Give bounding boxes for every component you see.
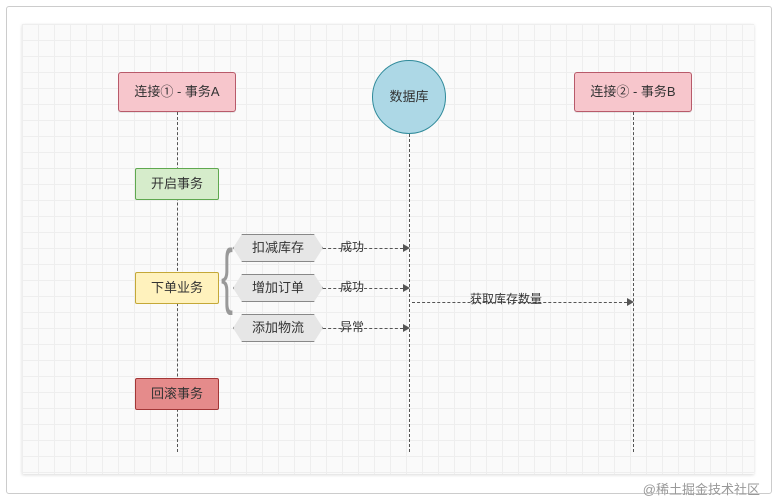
op-add-order: 增加订单: [233, 274, 323, 302]
lane-conn-a: 连接① - 事务A: [118, 72, 236, 112]
lane-database: 数据库: [372, 60, 446, 134]
result-deduct-stock: 成功: [340, 238, 364, 255]
step-open-tx: 开启事务: [135, 168, 219, 200]
lifeline-conn-b: [633, 112, 634, 452]
lifeline-database: [409, 134, 410, 452]
arrowhead-get-stock: [627, 298, 634, 306]
arrowhead-add-logistics: [403, 324, 410, 332]
lane-conn-b: 连接② - 事务B: [574, 72, 692, 112]
arrowhead-deduct-stock: [403, 244, 410, 252]
msg-get-stock: 获取库存数量: [470, 290, 542, 307]
brace-icon: {: [221, 240, 233, 312]
op-add-logistics: 添加物流: [233, 314, 323, 342]
result-add-order: 成功: [340, 278, 364, 295]
op-deduct-stock: 扣减库存: [233, 234, 323, 262]
diagram-canvas: 连接① - 事务A 数据库 连接② - 事务B 开启事务 下单业务 回滚事务 {…: [22, 24, 754, 474]
result-add-logistics: 异常: [340, 318, 364, 335]
step-order-biz: 下单业务: [135, 272, 219, 304]
step-rollback: 回滚事务: [135, 378, 219, 410]
arrowhead-add-order: [403, 284, 410, 292]
watermark-text: @稀土掘金技术社区: [643, 479, 760, 498]
